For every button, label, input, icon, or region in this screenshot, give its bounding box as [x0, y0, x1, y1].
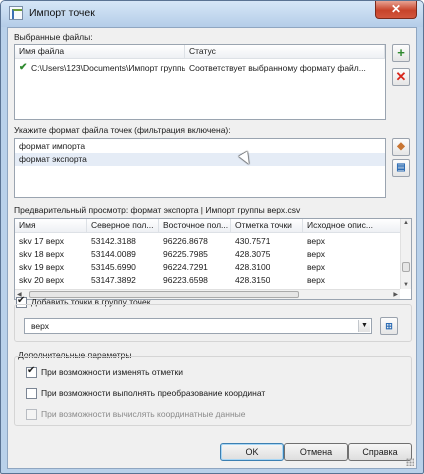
format-item-export[interactable]: формат экспорта — [15, 153, 385, 166]
table-cell: 96226.8678 — [163, 236, 208, 246]
table-cell: 428.3150 — [235, 275, 271, 285]
add-file-button[interactable]: + — [392, 44, 410, 62]
transform-coordinates-label: При возможности выполнять преобразование… — [41, 388, 266, 398]
cancel-button[interactable]: Отмена — [284, 443, 348, 461]
table-cell: 53147.3892 — [91, 275, 136, 285]
manage-formats-button[interactable]: ▤ — [392, 159, 410, 177]
table-cell: верх — [307, 275, 326, 285]
resize-grip[interactable] — [406, 458, 414, 466]
group-select-icon: ⊞ — [385, 321, 393, 331]
window-title: Импорт точек — [29, 7, 95, 19]
scroll-down-icon[interactable]: ▼ — [403, 282, 409, 288]
table-cell: верх — [307, 249, 326, 259]
dialog-body: Выбранные файлы: Имя файла Статус ✔ C:\U… — [7, 27, 417, 469]
close-button[interactable]: ✕ — [375, 1, 417, 19]
select-group-button[interactable]: ⊞ — [380, 317, 398, 335]
remove-file-button[interactable]: ✕ — [392, 68, 410, 86]
app-icon — [9, 6, 23, 20]
table-cell: 430.7571 — [235, 236, 271, 246]
table-cell: skv 19 верх — [19, 262, 64, 272]
column-header-name[interactable]: Имя — [15, 219, 87, 233]
column-header-easting[interactable]: Восточное пол... — [159, 219, 231, 233]
ok-button[interactable]: OK — [220, 443, 284, 461]
scroll-up-icon[interactable]: ▲ — [403, 220, 409, 226]
column-header-description[interactable]: Исходное опис... — [303, 219, 401, 233]
format-label: Укажите формат файла точек (фильтрация в… — [14, 125, 231, 135]
edit-format-icon: ◆ — [397, 141, 405, 152]
compute-coordinates-checkbox — [26, 409, 37, 420]
file-name-cell: C:\Users\123\Documents\Импорт группы ... — [31, 63, 185, 73]
point-group-dropdown[interactable]: верх ▼ — [24, 318, 372, 334]
preview-vertical-scrollbar[interactable]: ▲ ▼ — [400, 219, 411, 289]
table-cell: 53144.0089 — [91, 249, 136, 259]
selected-files-list[interactable]: Имя файла Статус ✔ C:\Users\123\Document… — [14, 44, 386, 120]
point-group-value: верх — [31, 321, 50, 331]
table-cell: верх — [307, 262, 326, 272]
table-cell: skv 20 верх — [19, 275, 64, 285]
table-cell: 96225.7985 — [163, 249, 208, 259]
transform-coordinates-checkbox[interactable] — [26, 388, 37, 399]
edit-format-button[interactable]: ◆ — [392, 138, 410, 156]
format-list[interactable]: формат импорта формат экспорта — [14, 138, 386, 198]
table-cell: 53145.6990 — [91, 262, 136, 272]
compute-coordinates-label: При возможности вычислять координатные д… — [41, 409, 246, 419]
delete-icon: ✕ — [395, 69, 407, 84]
column-header-northing[interactable]: Северное пол... — [87, 219, 159, 233]
vertical-scroll-thumb[interactable] — [402, 262, 410, 272]
adjust-elevations-checkbox[interactable] — [26, 365, 37, 378]
scroll-right-icon[interactable]: ▶ — [393, 291, 398, 298]
table-cell: 96224.7291 — [163, 262, 208, 272]
adjust-elevations-label: При возможности изменять отметки — [41, 367, 184, 377]
check-icon: ✔ — [19, 62, 28, 73]
column-header-elevation[interactable]: Отметка точки — [231, 219, 303, 233]
format-item-import[interactable]: формат импорта — [15, 140, 385, 153]
column-header-status[interactable]: Статус — [185, 45, 385, 59]
table-cell: 53142.3188 — [91, 236, 136, 246]
manage-format-icon: ▤ — [396, 162, 406, 173]
table-cell: 96223.6598 — [163, 275, 208, 285]
table-cell: skv 18 верх — [19, 249, 64, 259]
dropdown-arrow-icon[interactable]: ▼ — [358, 320, 370, 332]
import-points-dialog: Импорт точек ✕ Выбранные файлы: Имя файл… — [0, 0, 424, 474]
plus-icon: + — [397, 45, 405, 60]
help-button[interactable]: Справка — [348, 443, 412, 461]
column-header-file-name[interactable]: Имя файла — [15, 45, 185, 59]
title-bar[interactable]: Импорт точек ✕ — [1, 1, 423, 27]
selected-files-label: Выбранные файлы: — [14, 32, 93, 42]
preview-label: Предварительный просмотр: формат экспорт… — [14, 205, 301, 215]
file-status-cell: Соответствует выбранному формату файл... — [189, 63, 366, 73]
table-cell: 428.3100 — [235, 262, 271, 272]
table-cell: 428.3075 — [235, 249, 271, 259]
table-cell: верх — [307, 236, 326, 246]
table-cell: skv 17 верх — [19, 236, 64, 246]
preview-table[interactable]: Имя Северное пол... Восточное пол... Отм… — [14, 218, 412, 300]
